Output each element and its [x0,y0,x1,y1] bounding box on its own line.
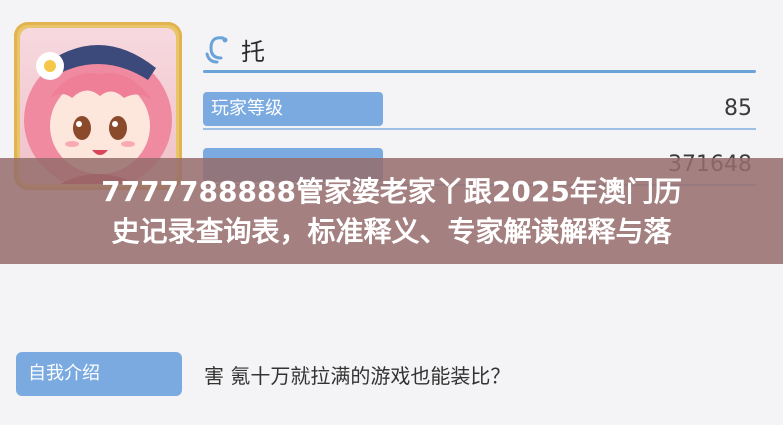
stat-label-level: 玩家等级 [203,92,383,126]
stat-divider [203,128,756,130]
banner-line-1: 7777788888管家婆老家丫跟2025年澳门历 [101,175,682,208]
player-name-row: 托 [203,28,756,73]
stat-value-level: 85 [724,96,752,121]
player-name: 托 [241,38,265,66]
self-intro-row: 自我介绍 害 氪十万就拉满的游戏也能装比？ [16,352,756,396]
banner-line-2: 史记录查询表，标准释义、专家解读解释与落 [111,215,672,248]
swirl-icon [205,36,228,64]
intro-label: 自我介绍 [16,352,182,396]
name-underline [203,70,756,73]
banner-text: 7777788888管家婆老家丫跟2025年澳门历 史记录查询表，标准释义、专家… [0,172,783,252]
stat-row-level: 玩家等级 85 [203,92,756,130]
intro-text: 害 氪十万就拉满的游戏也能装比？ [204,364,511,388]
overlay-banner: 7777788888管家婆老家丫跟2025年澳门历 史记录查询表，标准释义、专家… [0,158,783,264]
